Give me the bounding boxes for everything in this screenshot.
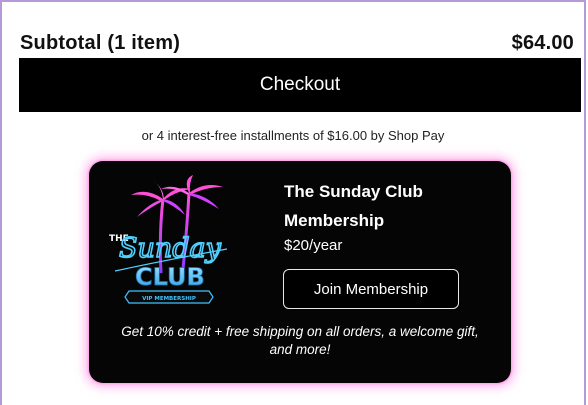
join-membership-button[interactable]: Join Membership — [283, 269, 459, 309]
membership-card: THE Sunday CLUB VIP MEMBERSHIP The Sunda… — [89, 161, 511, 383]
sunday-club-logo: THE Sunday CLUB VIP MEMBERSHIP — [109, 175, 228, 304]
checkout-button[interactable]: Checkout — [19, 58, 581, 112]
membership-perks: Get 10% credit + free shipping on all or… — [121, 324, 479, 357]
logo-word-club: CLUB — [135, 263, 205, 291]
subtotal-value: $64.00 — [511, 31, 574, 54]
membership-title: The Sunday Club Membership — [284, 182, 423, 230]
logo-ribbon-text: VIP MEMBERSHIP — [142, 296, 196, 302]
subtotal-row: Subtotal (1 item) $64.00 — [20, 30, 574, 56]
membership-price: $20/year — [284, 237, 343, 254]
installments-text: or 4 interest-free installments of $16.0… — [141, 128, 445, 143]
subtotal-label: Subtotal (1 item) — [20, 31, 181, 54]
cart-panel: Subtotal (1 item) $64.00 Checkout or 4 i… — [0, 0, 586, 405]
